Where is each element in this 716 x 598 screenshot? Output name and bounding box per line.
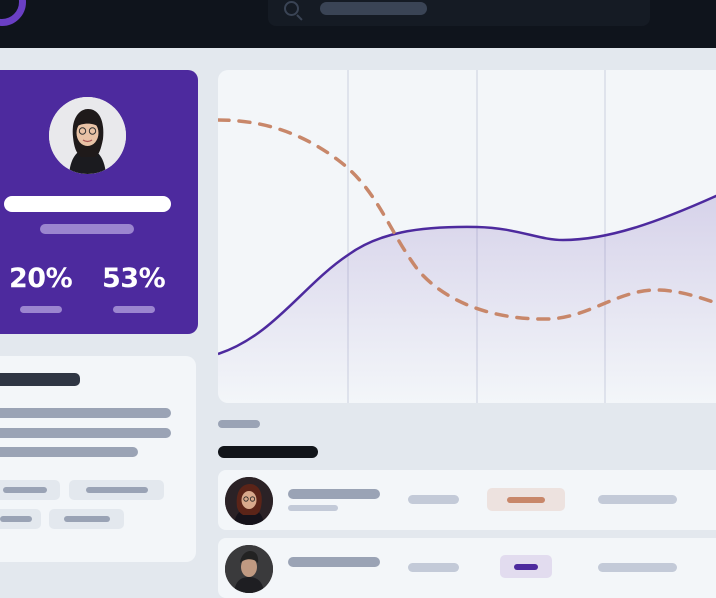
details-title — [0, 373, 80, 386]
tag-chip[interactable] — [0, 480, 60, 500]
tag-chip[interactable] — [69, 480, 164, 500]
status-badge — [500, 555, 552, 578]
list-item[interactable] — [218, 470, 716, 530]
tag-chip[interactable] — [49, 509, 124, 529]
user-avatar — [49, 97, 126, 174]
search-icon — [284, 1, 299, 16]
list-item[interactable] — [218, 538, 716, 598]
row-name — [288, 557, 380, 567]
search-input[interactable] — [320, 2, 427, 15]
details-line — [0, 447, 138, 457]
status-badge — [487, 488, 565, 511]
row-field — [408, 495, 459, 504]
row-field — [408, 563, 459, 572]
stat-value-1: 20% — [9, 263, 73, 294]
details-line — [0, 408, 171, 418]
row-name — [288, 489, 380, 499]
details-card — [0, 356, 196, 562]
row-field — [598, 495, 677, 504]
line-chart — [218, 70, 716, 403]
chart-canvas — [218, 70, 716, 403]
top-bar — [0, 0, 716, 48]
list-avatar — [225, 477, 273, 525]
series-area — [218, 196, 716, 403]
name-placeholder — [4, 196, 171, 212]
logo-icon[interactable] — [0, 0, 26, 26]
stat-label-2 — [113, 306, 155, 313]
profile-card: 20% 53% — [0, 70, 198, 334]
stat-label-1 — [20, 306, 62, 313]
tag-chip[interactable] — [0, 509, 41, 529]
role-placeholder — [40, 224, 134, 234]
row-field — [598, 563, 677, 572]
row-subtitle — [288, 505, 338, 511]
details-line — [0, 428, 171, 438]
list-avatar — [225, 545, 273, 593]
search-box[interactable] — [268, 0, 650, 26]
section-title — [218, 446, 318, 458]
section-label — [218, 420, 260, 428]
stat-value-2: 53% — [102, 263, 166, 294]
